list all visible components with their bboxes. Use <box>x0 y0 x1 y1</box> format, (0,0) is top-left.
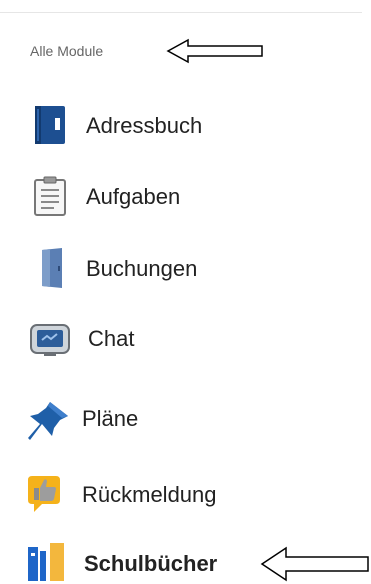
module-label: Schulbücher <box>84 551 218 576</box>
module-item-plaene[interactable]: Pläne <box>0 398 300 440</box>
thumbs-up-feedback-icon <box>28 476 60 512</box>
module-item-buchungen[interactable]: Buchungen <box>0 246 300 288</box>
module-label: Buchungen <box>86 256 198 281</box>
pushpin-icon <box>28 402 68 440</box>
module-label: Rückmeldung <box>82 482 217 507</box>
school-books-icon <box>28 543 64 581</box>
top-divider <box>0 12 362 13</box>
booking-door-icon <box>42 248 62 288</box>
module-item-adressbuch[interactable]: Adressbuch <box>0 104 300 144</box>
task-list-icon <box>34 176 66 216</box>
annotation-arrow-left-icon <box>166 38 263 64</box>
module-item-rueckmeldung[interactable]: Rückmeldung <box>0 472 300 512</box>
module-label: Aufgaben <box>86 184 181 209</box>
module-item-chat[interactable]: Chat <box>0 318 300 358</box>
module-label: Pläne <box>82 406 139 431</box>
chat-monitor-icon <box>30 324 70 356</box>
module-label: Adressbuch <box>86 113 203 138</box>
section-title: Alle Module <box>30 43 104 59</box>
address-book-icon <box>35 106 65 144</box>
module-label: Chat <box>88 326 135 351</box>
module-item-schulbuecher[interactable]: Schulbücher <box>0 541 300 581</box>
annotation-arrow-left-icon <box>260 546 369 582</box>
module-item-aufgaben[interactable]: Aufgaben <box>0 176 300 216</box>
